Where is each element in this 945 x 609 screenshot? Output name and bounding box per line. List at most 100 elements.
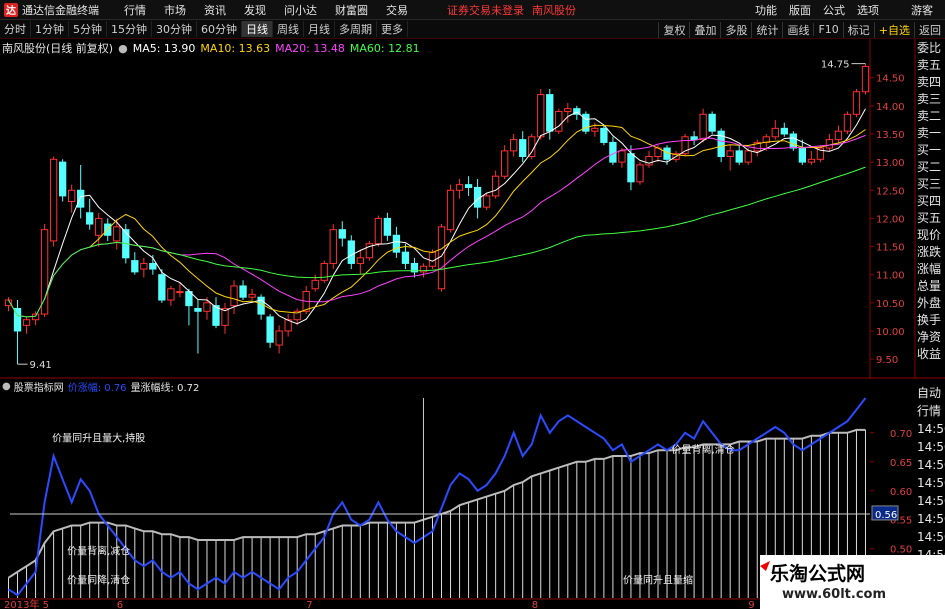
menu-item-quotes[interactable]: 行情 — [115, 2, 155, 18]
x-tick-label: 7 — [306, 600, 312, 609]
login-notice[interactable]: 证券交易未登录 — [447, 2, 524, 18]
x-tick-label: 6 — [117, 600, 123, 609]
candle — [500, 145, 509, 180]
side-quote-label: 总量 — [917, 279, 942, 293]
candle — [735, 145, 743, 165]
right-menu: 功能 版面 公式 选项 游客 — [749, 0, 939, 20]
y-tick-label: 10.50 — [876, 299, 905, 310]
period-60min[interactable]: 60分钟 — [197, 21, 242, 37]
candle — [383, 212, 392, 241]
candle — [582, 111, 590, 134]
period-15min[interactable]: 15分钟 — [107, 21, 152, 37]
tool-add-favorite[interactable]: +自选 — [873, 21, 914, 38]
indicator-series1-label: 价涨幅: 0.76 — [67, 383, 127, 394]
sub-y-tick-label: 0.70 — [890, 429, 912, 440]
ma20-label: MA20: 13.48 — [275, 41, 345, 55]
candle — [627, 145, 635, 191]
side-tick-label: 14:50 — [917, 512, 945, 526]
candle-body — [510, 139, 518, 152]
candle — [645, 150, 653, 168]
period-monthly[interactable]: 月线 — [304, 21, 335, 37]
candle-body — [591, 127, 599, 132]
candle-body — [699, 113, 707, 141]
candle — [690, 131, 698, 146]
side-quote-label: 卖四 — [917, 75, 942, 89]
annotation-label: 价量背离,清仓 — [672, 443, 735, 456]
menu-item-trade[interactable]: 交易 — [377, 2, 417, 18]
indicator-settings-icon[interactable]: ● — [2, 381, 11, 392]
tool-stats[interactable]: 统计 — [751, 21, 782, 38]
candle-body — [158, 274, 166, 301]
side-quote-label: 卖三 — [917, 92, 942, 106]
low-price-label: 9.41 — [30, 360, 52, 371]
period-more[interactable]: 更多 — [377, 21, 408, 37]
candle-body — [230, 285, 238, 307]
indicator-name[interactable]: 股票指标网 — [14, 379, 64, 394]
period-intraday[interactable]: 分时 — [0, 21, 31, 37]
candle-body — [807, 158, 816, 163]
current-stock-name: 南风股份 — [532, 3, 576, 17]
side-tick-label[interactable]: 行情 — [917, 402, 945, 420]
candle-body — [239, 285, 247, 298]
candle-body — [77, 189, 85, 208]
candle-body — [546, 94, 554, 132]
candle — [510, 133, 518, 157]
menu-options[interactable]: 选项 — [851, 2, 885, 18]
side-tick-label[interactable]: 自动 — [917, 384, 945, 402]
candle-body — [852, 91, 861, 115]
candle-body — [248, 293, 256, 298]
tool-overlay[interactable]: 叠加 — [689, 21, 720, 38]
candle-body — [131, 260, 139, 273]
menu-formula[interactable]: 公式 — [817, 2, 851, 18]
watermark: 乐淘公式网 www.60lt.com — [760, 555, 945, 609]
settings-dot-icon[interactable]: ● — [118, 42, 128, 55]
tool-f10[interactable]: F10 — [813, 23, 842, 36]
period-1min[interactable]: 1分钟 — [31, 21, 69, 37]
candle-body — [311, 279, 319, 290]
candle — [356, 249, 364, 275]
period-daily[interactable]: 日线 — [242, 21, 273, 37]
candle — [221, 302, 229, 334]
candle — [58, 159, 67, 202]
tool-multi-stock[interactable]: 多股 — [720, 21, 751, 38]
candle-body — [618, 150, 626, 163]
period-multi[interactable]: 多周期 — [335, 21, 377, 37]
period-5min[interactable]: 5分钟 — [69, 21, 107, 37]
x-tick-label: 9 — [748, 600, 754, 609]
indicator-series2-label: 量涨幅线: 0.72 — [130, 383, 200, 394]
menu-item-wealth[interactable]: 财富圈 — [326, 2, 377, 18]
candle-body — [744, 150, 752, 163]
sub-y-tick-label: 0.65 — [890, 458, 912, 469]
tool-back[interactable]: 返回 — [914, 21, 945, 38]
watermark-arrow-icon — [760, 561, 770, 571]
candle-body — [789, 133, 797, 149]
candle — [464, 176, 473, 196]
candle — [140, 257, 148, 278]
period-weekly[interactable]: 周线 — [273, 21, 304, 37]
tool-mark[interactable]: 标记 — [842, 21, 874, 38]
menu-function[interactable]: 功能 — [749, 2, 783, 18]
menu-guest[interactable]: 游客 — [905, 2, 939, 18]
menu-item-discover[interactable]: 发现 — [235, 2, 275, 18]
candle-body — [95, 217, 103, 236]
menu-item-news[interactable]: 资讯 — [195, 2, 235, 18]
menu-layout[interactable]: 版面 — [783, 2, 817, 18]
candle-body — [735, 150, 743, 163]
menu-item-market[interactable]: 市场 — [155, 2, 195, 18]
menu-item-ask[interactable]: 问小达 — [275, 2, 326, 18]
candle — [131, 252, 139, 275]
watermark-url: www.60lt.com — [782, 587, 887, 602]
candlestick-chart[interactable]: 14.50 14.00 13.50 13.00 12.50 12.00 11.50 11.00… — [0, 39, 945, 379]
candle-body — [455, 184, 464, 191]
candle-body — [347, 240, 355, 264]
candle-body — [555, 110, 563, 132]
candle-body — [374, 217, 383, 245]
candle-body — [861, 65, 870, 93]
candle-body — [67, 189, 76, 203]
candle — [843, 111, 852, 134]
tool-draw[interactable]: 画线 — [782, 21, 813, 38]
candle — [338, 221, 346, 247]
period-30min[interactable]: 30分钟 — [152, 21, 197, 37]
tool-adjust[interactable]: 复权 — [658, 21, 689, 38]
candle — [681, 133, 689, 157]
